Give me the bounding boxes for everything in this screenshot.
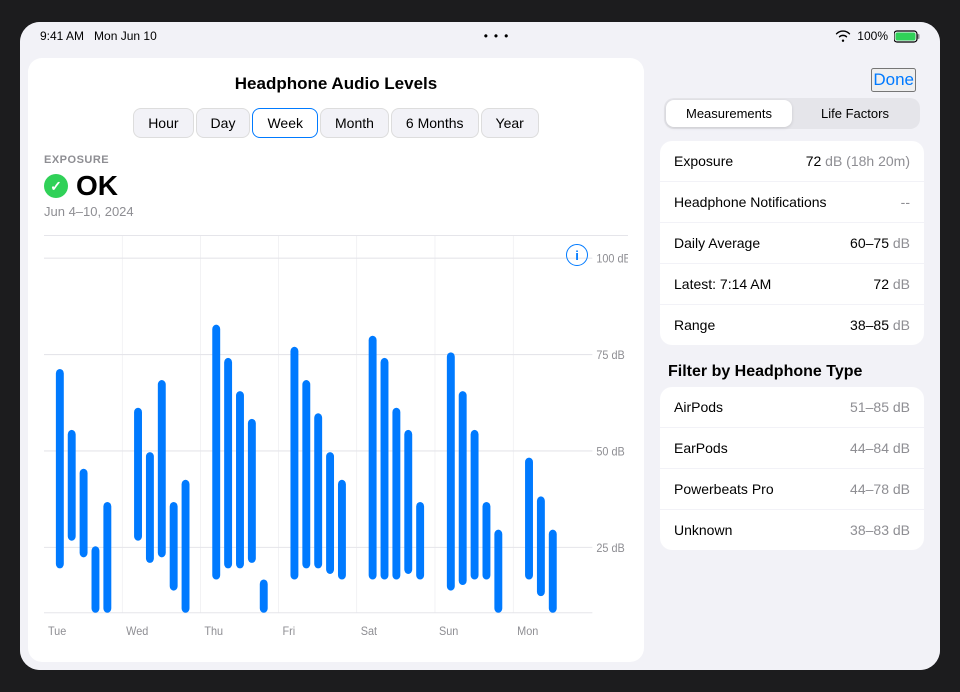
date-range: Jun 4–10, 2024 <box>44 204 628 219</box>
metric-range-name: Range <box>674 317 715 333</box>
dot2: • <box>494 29 498 43</box>
filter-earpods-name: EarPods <box>674 440 728 456</box>
metric-daily-avg-name: Daily Average <box>674 235 760 251</box>
metric-daily-avg-value: 60–75 dB <box>850 235 910 251</box>
tab-measurements[interactable]: Measurements <box>666 100 792 127</box>
metric-latest-value: 72 dB <box>873 276 910 292</box>
status-right: 100% <box>835 29 920 43</box>
date: Mon Jun 10 <box>94 29 157 43</box>
filter-earpods-value: 44–84 dB <box>850 440 910 456</box>
content-area: Headphone Audio Levels Hour Day Week Mon… <box>20 50 940 670</box>
tab-month[interactable]: Month <box>320 108 389 138</box>
svg-text:Thu: Thu <box>204 625 223 638</box>
svg-text:Mon: Mon <box>517 625 538 638</box>
right-panel: Done Measurements Life Factors Exposure … <box>652 58 932 662</box>
metric-exposure: Exposure 72 dB (18h 20m) <box>660 141 924 182</box>
metric-latest-name: Latest: 7:14 AM <box>674 276 771 292</box>
dot1: • <box>484 29 488 43</box>
status-left: 9:41 AM Mon Jun 10 <box>40 29 157 43</box>
svg-text:100 dB: 100 dB <box>596 253 628 266</box>
filter-card: AirPods 51–85 dB EarPods 44–84 dB Powerb… <box>660 387 924 550</box>
filter-airpods: AirPods 51–85 dB <box>660 387 924 428</box>
tab-week[interactable]: Week <box>252 108 318 138</box>
done-button[interactable]: Done <box>871 68 916 92</box>
time-segment-bar: Hour Day Week Month 6 Months Year <box>44 108 628 138</box>
svg-text:50 dB: 50 dB <box>596 446 625 459</box>
filter-powerbeats: Powerbeats Pro 44–78 dB <box>660 469 924 510</box>
filter-unknown-value: 38–83 dB <box>850 522 910 538</box>
status-bar: 9:41 AM Mon Jun 10 • • • 100% <box>20 22 940 50</box>
battery: 100% <box>857 29 888 43</box>
svg-text:25 dB: 25 dB <box>596 542 625 555</box>
ok-badge: ✓ <box>44 174 68 198</box>
page-title: Headphone Audio Levels <box>44 74 628 94</box>
svg-text:Sun: Sun <box>439 625 458 638</box>
dot3: • <box>504 29 508 43</box>
exposure-label: EXPOSURE <box>44 154 628 166</box>
exposure-status: ✓ OK <box>44 170 628 202</box>
chart-area: i 100 dB 75 dB 50 dB 25 dB <box>44 235 628 646</box>
filter-airpods-value: 51–85 dB <box>850 399 910 415</box>
audio-chart: 100 dB 75 dB 50 dB 25 dB Tue Wed Thu Fri <box>44 236 628 646</box>
metric-range-value: 38–85 dB <box>850 317 910 333</box>
filter-unknown: Unknown 38–83 dB <box>660 510 924 550</box>
filter-airpods-name: AirPods <box>674 399 723 415</box>
metric-latest: Latest: 7:14 AM 72 dB <box>660 264 924 305</box>
svg-text:Tue: Tue <box>48 625 66 638</box>
tab-hour[interactable]: Hour <box>133 108 193 138</box>
right-panel-header: Done <box>652 58 932 98</box>
tab-day[interactable]: Day <box>196 108 251 138</box>
svg-text:Fri: Fri <box>283 625 296 638</box>
time: 9:41 AM <box>40 29 84 43</box>
filter-section-header: Filter by Headphone Type <box>652 355 932 387</box>
tab-life-factors[interactable]: Life Factors <box>792 100 918 127</box>
metric-range: Range 38–85 dB <box>660 305 924 345</box>
svg-text:Sat: Sat <box>361 625 378 638</box>
exposure-ok-text: OK <box>76 170 118 202</box>
metric-headphone-notif-name: Headphone Notifications <box>674 194 827 210</box>
filter-unknown-name: Unknown <box>674 522 732 538</box>
wifi-icon <box>835 30 851 42</box>
ipad-frame: 9:41 AM Mon Jun 10 • • • 100% <box>20 22 940 670</box>
metric-exposure-name: Exposure <box>674 153 733 169</box>
exposure-section: EXPOSURE ✓ OK Jun 4–10, 2024 <box>44 154 628 227</box>
tab-year[interactable]: Year <box>481 108 539 138</box>
tab-switcher: Measurements Life Factors <box>664 98 920 129</box>
filter-earpods: EarPods 44–84 dB <box>660 428 924 469</box>
tab-6months[interactable]: 6 Months <box>391 108 479 138</box>
metric-headphone-notif: Headphone Notifications -- <box>660 182 924 223</box>
battery-icon <box>894 30 920 43</box>
svg-text:Wed: Wed <box>126 625 148 638</box>
metric-daily-avg: Daily Average 60–75 dB <box>660 223 924 264</box>
status-center: • • • <box>484 29 509 43</box>
metric-exposure-value: 72 dB (18h 20m) <box>806 153 910 169</box>
metric-headphone-notif-value: -- <box>901 194 910 210</box>
filter-powerbeats-value: 44–78 dB <box>850 481 910 497</box>
left-panel: Headphone Audio Levels Hour Day Week Mon… <box>28 58 644 662</box>
info-icon[interactable]: i <box>566 244 588 266</box>
metrics-card: Exposure 72 dB (18h 20m) Headphone Notif… <box>660 141 924 345</box>
svg-text:75 dB: 75 dB <box>596 350 625 363</box>
filter-powerbeats-name: Powerbeats Pro <box>674 481 774 497</box>
